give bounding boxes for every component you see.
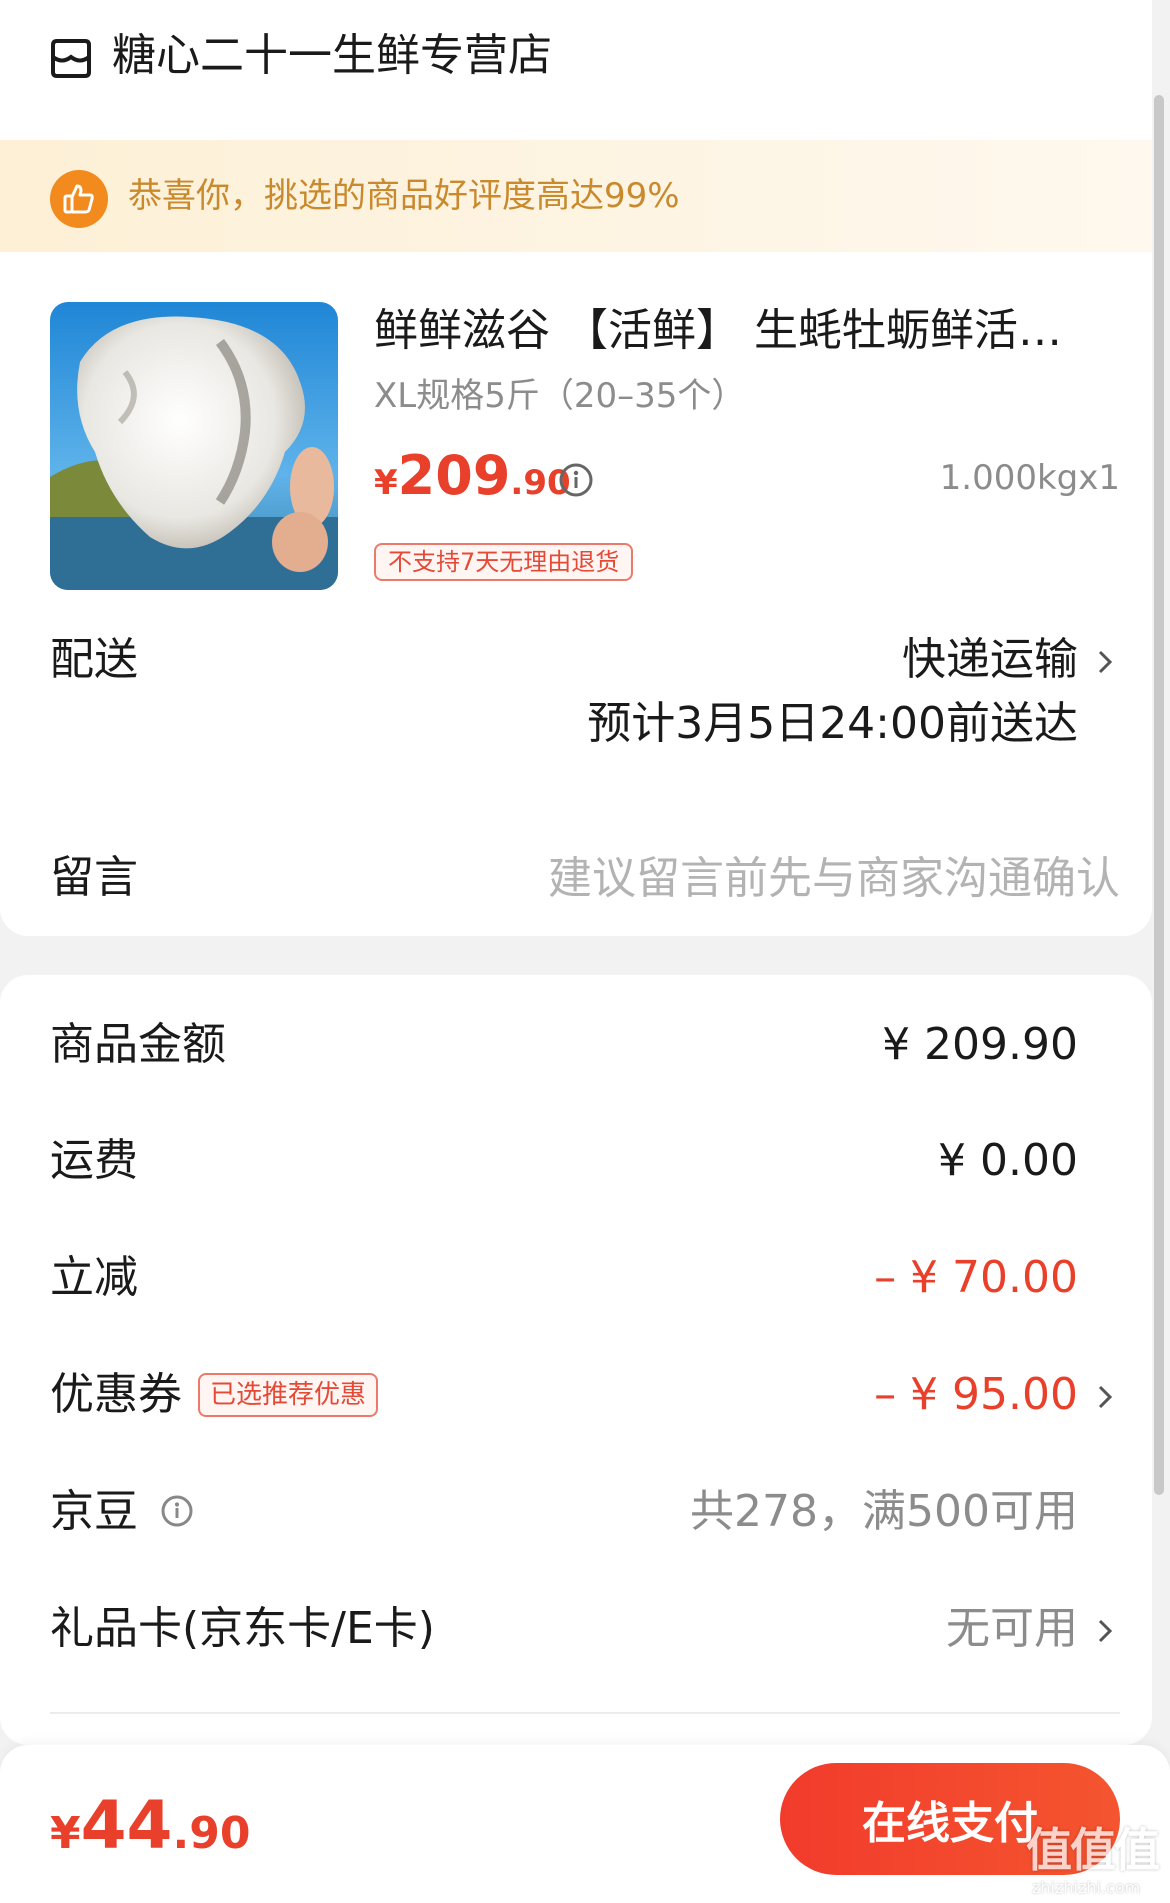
product-weight: 1.000kgx1 (939, 458, 1120, 498)
message-input[interactable] (520, 850, 1120, 906)
scrollbar-thumb[interactable] (1154, 95, 1164, 1495)
discount-label: 立减 (50, 1252, 138, 1303)
goods-amount-label: 商品金额 (50, 1019, 226, 1070)
delivery-method[interactable]: 快递运输 (902, 632, 1078, 688)
chevron-right-icon[interactable] (1094, 632, 1116, 688)
giftcard-value[interactable]: 无可用 (946, 1601, 1078, 1657)
product-spec: XL规格5斤（20–35个） (374, 376, 746, 416)
total-decimal: .90 (172, 1808, 251, 1859)
chevron-right-icon[interactable] (1094, 1601, 1116, 1657)
price-integer: 209 (397, 444, 511, 507)
giftcard-label: 礼品卡(京东卡/E卡) (50, 1603, 435, 1654)
discount-row: 立减 – ¥ 70.00 (0, 1238, 1152, 1318)
bottom-bar: ¥44.90 在线支付 (0, 1745, 1170, 1903)
delivery-label: 配送 (50, 634, 138, 685)
delivery-eta: 预计3月5日24:00前送达 (587, 698, 1078, 749)
info-circle-icon[interactable] (558, 462, 594, 498)
store-icon (50, 37, 92, 79)
goods-amount-value: ¥ 209.90 (882, 1019, 1078, 1070)
watermark: 值值值 zhizhizhi.com (1018, 1820, 1168, 1900)
coupon-row[interactable]: 优惠券 已选推荐优惠 – ¥ 95.00 (0, 1355, 1152, 1435)
total-currency: ¥ (50, 1808, 81, 1859)
product-title[interactable]: 鲜鲜滋谷 【活鲜】 生蚝牡蛎鲜活… (374, 302, 1084, 360)
chevron-right-icon[interactable] (1094, 1367, 1116, 1423)
watermark-text: 值值值 (1026, 1823, 1160, 1877)
divider (50, 1712, 1120, 1714)
coupon-value[interactable]: – ¥ 95.00 (874, 1367, 1078, 1423)
return-policy-badge: 不支持7天无理由退货 (374, 543, 634, 581)
coupon-label: 优惠券 (50, 1369, 182, 1420)
summary-card: 商品金额 ¥ 209.90 运费 ¥ 0.00 立减 – ¥ 70.00 优惠券… (0, 975, 1152, 1745)
coupon-badge: 已选推荐优惠 (198, 1373, 379, 1417)
banner-text: 恭喜你，挑选的商品好评度高达99% (128, 176, 680, 216)
total-integer: 44 (80, 1787, 173, 1864)
jingdou-label: 京豆 (50, 1486, 138, 1537)
thumbs-up-icon (50, 170, 108, 228)
jingdou-row: 京豆 共278，满500可用 (0, 1472, 1152, 1552)
product-price: ¥209.90 (374, 444, 571, 507)
watermark-sub: zhizhizhi.com (1032, 1878, 1141, 1897)
shop-name[interactable]: 糖心二十一生鲜专营店 (112, 28, 552, 84)
goods-amount-row: 商品金额 ¥ 209.90 (0, 1005, 1152, 1085)
product-image[interactable] (50, 302, 338, 590)
giftcard-row[interactable]: 礼品卡(京东卡/E卡) 无可用 (0, 1589, 1152, 1669)
shop-card: 糖心二十一生鲜专营店 恭喜你，挑选的商品好评度高达99% 鲜鲜滋谷 【活鲜】 生… (0, 0, 1152, 936)
message-label: 留言 (50, 852, 138, 903)
shipping-value: ¥ 0.00 (938, 1135, 1078, 1186)
info-circle-icon[interactable] (160, 1494, 194, 1528)
shipping-row: 运费 ¥ 0.00 (0, 1121, 1152, 1201)
total-price: ¥44.90 (50, 1787, 250, 1864)
shipping-label: 运费 (50, 1135, 138, 1186)
discount-value: – ¥ 70.00 (874, 1252, 1078, 1303)
rating-banner: 恭喜你，挑选的商品好评度高达99% (0, 140, 1152, 252)
shop-header[interactable]: 糖心二十一生鲜专营店 (0, 0, 1152, 140)
jingdou-value: 共278，满500可用 (690, 1486, 1078, 1537)
price-currency: ¥ (374, 463, 398, 503)
